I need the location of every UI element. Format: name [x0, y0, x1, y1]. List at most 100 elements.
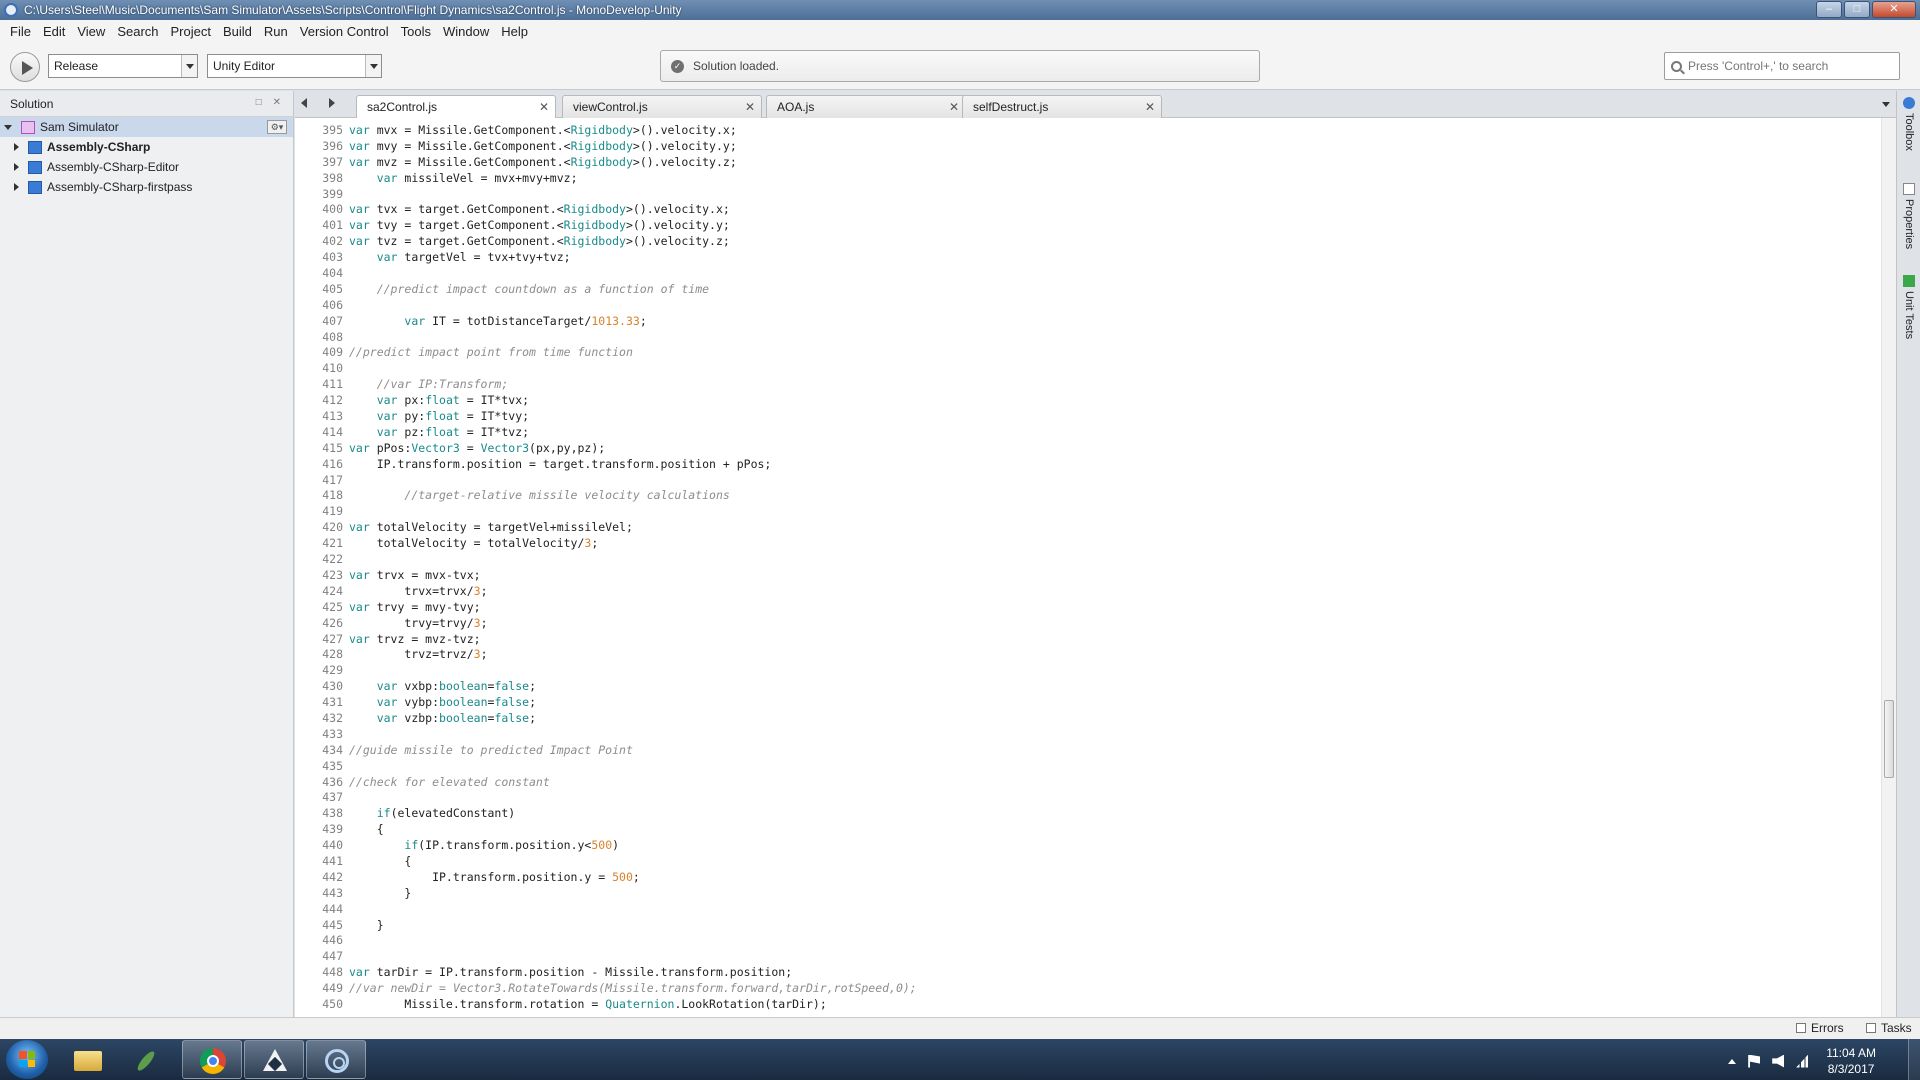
minimize-button[interactable]: –: [1816, 1, 1842, 18]
menu-help[interactable]: Help: [495, 20, 534, 44]
errors-pad-button[interactable]: Errors: [1796, 1021, 1844, 1035]
code-line[interactable]: 421 totalVelocity = totalVelocity/3;: [295, 536, 1881, 552]
code-line[interactable]: 413 var py:float = IT*tvy;: [295, 409, 1881, 425]
menu-edit[interactable]: Edit: [37, 20, 71, 44]
menu-view[interactable]: View: [71, 20, 111, 44]
code-text[interactable]: //check for elevated constant: [349, 775, 550, 791]
arrow-right-icon[interactable]: [329, 98, 335, 108]
code-line[interactable]: 412 var px:float = IT*tvx;: [295, 393, 1881, 409]
code-line[interactable]: 402 var tvz = target.GetComponent.<Rigidb…: [295, 234, 1881, 250]
code-line[interactable]: 429: [295, 663, 1881, 679]
configuration-select[interactable]: Release: [48, 54, 198, 78]
code-line[interactable]: 396 var mvy = Missile.GetComponent.<Rigid…: [295, 139, 1881, 155]
code-line[interactable]: 401 var tvy = target.GetComponent.<Rigidb…: [295, 218, 1881, 234]
code-text[interactable]: //predict impact countdown as a function…: [349, 282, 709, 298]
dock-properties[interactable]: Properties: [1899, 183, 1919, 249]
expand-arrow-icon[interactable]: [14, 143, 19, 151]
code-text[interactable]: totalVelocity = totalVelocity/3;: [349, 536, 599, 552]
code-text[interactable]: var tvz = target.GetComponent.<Rigidbody…: [349, 234, 730, 250]
maximize-button[interactable]: □: [1844, 1, 1870, 18]
code-text[interactable]: //target-relative missile velocity calcu…: [349, 488, 729, 504]
code-text[interactable]: var trvz = mvz-tvz;: [349, 632, 481, 648]
tab-selfdestruct[interactable]: selfDestruct.js ✕: [962, 95, 1162, 118]
menu-build[interactable]: Build: [217, 20, 258, 44]
code-text[interactable]: var pz:float = IT*tvz;: [349, 425, 529, 441]
code-line[interactable]: 432 var vzbp:boolean=false;: [295, 711, 1881, 727]
code-line[interactable]: 430 var vxbp:boolean=false;: [295, 679, 1881, 695]
dock-toolbox[interactable]: Toolbox: [1899, 97, 1919, 151]
search-input[interactable]: [1688, 59, 1888, 73]
code-line[interactable]: 416 IP.transform.position = target.trans…: [295, 457, 1881, 473]
code-text[interactable]: //predict impact point from time functio…: [349, 345, 633, 361]
taskbar-app-feather[interactable]: [120, 1040, 180, 1079]
code-text[interactable]: var targetVel = tvx+tvy+tvz;: [349, 250, 571, 266]
code-text[interactable]: var trvx = mvx-tvx;: [349, 568, 481, 584]
code-text[interactable]: var mvx = Missile.GetComponent.<Rigidbod…: [349, 123, 737, 139]
code-text[interactable]: var vxbp:boolean=false;: [349, 679, 536, 695]
code-line[interactable]: 425 var trvy = mvy-tvy;: [295, 600, 1881, 616]
code-text[interactable]: var mvz = Missile.GetComponent.<Rigidbod…: [349, 155, 737, 171]
code-line[interactable]: 420 var totalVelocity = targetVel+missile…: [295, 520, 1881, 536]
show-desktop-button[interactable]: [1908, 1039, 1920, 1080]
clock[interactable]: 11:04 AM 8/3/2017: [1826, 1045, 1876, 1077]
code-text[interactable]: //var IP:Transform;: [349, 377, 509, 393]
code-line[interactable]: 424 trvx=trvx/3;: [295, 584, 1881, 600]
menu-project[interactable]: Project: [165, 20, 217, 44]
code-text[interactable]: trvz=trvz/3;: [349, 647, 487, 663]
code-line[interactable]: 442 IP.transform.position.y = 500;: [295, 870, 1881, 886]
code-line[interactable]: 439 {: [295, 822, 1881, 838]
tree-item-project[interactable]: Assembly-CSharp-Editor: [0, 157, 293, 177]
code-text[interactable]: var pPos:Vector3 = Vector3(px,py,pz);: [349, 441, 605, 457]
code-text[interactable]: {: [349, 854, 411, 870]
code-line[interactable]: 398 var missileVel = mvx+mvy+mvz;: [295, 171, 1881, 187]
expand-arrow-icon[interactable]: [4, 124, 12, 130]
code-line[interactable]: 410: [295, 361, 1881, 377]
code-line[interactable]: 414 var pz:float = IT*tvz;: [295, 425, 1881, 441]
code-line[interactable]: 436 //check for elevated constant: [295, 775, 1881, 791]
code-text[interactable]: trvy=trvy/3;: [349, 616, 487, 632]
tab-viewcontrol[interactable]: viewControl.js ✕: [562, 95, 762, 118]
code-line[interactable]: 438 if(elevatedConstant): [295, 806, 1881, 822]
taskbar-app-unity[interactable]: [244, 1040, 304, 1079]
close-button[interactable]: ✕: [1872, 1, 1916, 18]
code-text[interactable]: {: [349, 822, 384, 838]
tree-item-project[interactable]: Assembly-CSharp-firstpass: [0, 177, 293, 197]
search-box[interactable]: [1664, 52, 1900, 80]
code-line[interactable]: 418 //target-relative missile velocity c…: [295, 488, 1881, 504]
code-line[interactable]: 405 //predict impact countdown as a func…: [295, 282, 1881, 298]
close-icon[interactable]: ✕: [539, 96, 549, 118]
code-line[interactable]: 422: [295, 552, 1881, 568]
show-hidden-icons-icon[interactable]: [1728, 1058, 1737, 1064]
code-line[interactable]: 415 var pPos:Vector3 = Vector3(px,py,pz);: [295, 441, 1881, 457]
code-editor[interactable]: 395 var mvx = Missile.GetComponent.<Rigid…: [295, 118, 1896, 1017]
tree-item-solution[interactable]: Sam Simulator ⚙▾: [0, 117, 293, 137]
code-line[interactable]: 449 //var newDir = Vector3.RotateTowards(…: [295, 981, 1881, 997]
code-text[interactable]: trvx=trvx/3;: [349, 584, 487, 600]
code-text[interactable]: }: [349, 918, 384, 934]
code-text[interactable]: var tvx = target.GetComponent.<Rigidbody…: [349, 202, 730, 218]
code-line[interactable]: 443 }: [295, 886, 1881, 902]
code-line[interactable]: 435: [295, 759, 1881, 775]
code-text[interactable]: if(elevatedConstant): [349, 806, 515, 822]
tasks-pad-button[interactable]: Tasks: [1866, 1021, 1912, 1035]
run-button[interactable]: [10, 52, 40, 82]
code-text[interactable]: if(IP.transform.position.y<500): [349, 838, 619, 854]
code-line[interactable]: 407 var IT = totDistanceTarget/1013.33;: [295, 314, 1881, 330]
code-line[interactable]: 399: [295, 187, 1881, 203]
action-center-flag-icon[interactable]: [1748, 1054, 1761, 1068]
code-line[interactable]: 428 trvz=trvz/3;: [295, 647, 1881, 663]
tab-aoa[interactable]: AOA.js ✕: [766, 95, 966, 118]
code-text[interactable]: //guide missile to predicted Impact Poin…: [349, 743, 633, 759]
tree-item-project[interactable]: Assembly-CSharp: [0, 137, 293, 157]
code-text[interactable]: var trvy = mvy-tvy;: [349, 600, 481, 616]
close-icon[interactable]: ✕: [745, 96, 755, 118]
close-icon[interactable]: ✕: [1145, 96, 1155, 118]
code-line[interactable]: 411 //var IP:Transform;: [295, 377, 1881, 393]
menu-search[interactable]: Search: [111, 20, 164, 44]
menu-tools[interactable]: Tools: [395, 20, 437, 44]
code-line[interactable]: 426 trvy=trvy/3;: [295, 616, 1881, 632]
pane-controls[interactable]: □ ✕: [256, 97, 285, 108]
scrollbar-thumb[interactable]: [1884, 700, 1894, 778]
expand-arrow-icon[interactable]: [14, 183, 19, 191]
network-icon[interactable]: [1796, 1054, 1809, 1068]
